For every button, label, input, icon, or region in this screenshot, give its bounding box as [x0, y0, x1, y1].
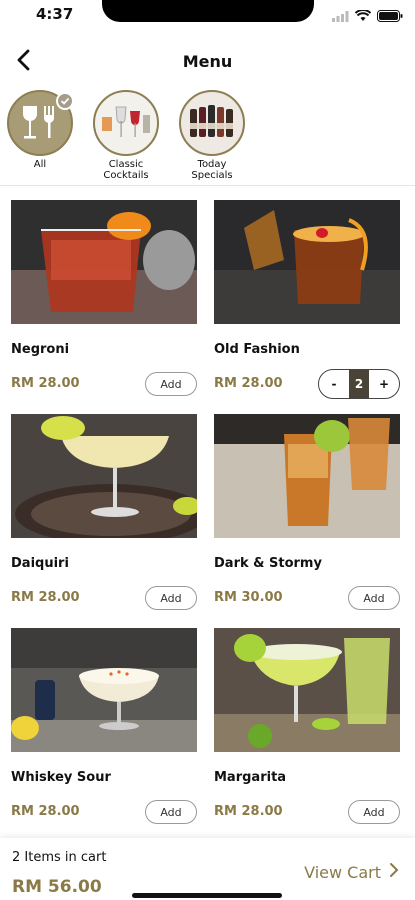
- product-name: Negroni: [11, 342, 70, 357]
- battery-icon: [377, 7, 403, 26]
- page-title: Menu: [182, 52, 233, 71]
- view-cart-label: View Cart: [304, 862, 381, 882]
- product-price: RM 28.00: [214, 376, 283, 391]
- category-classic-cocktails-image: [93, 90, 159, 156]
- product-image: [214, 200, 400, 324]
- header: Menu: [0, 40, 415, 84]
- cart-bar: 2 Items in cart RM 56.00 View Cart: [0, 838, 415, 900]
- add-button[interactable]: Add: [348, 586, 400, 610]
- chevron-right-icon: [389, 862, 399, 882]
- product-card-daiquiri[interactable]: Daiquiri RM 28.00 Add: [11, 414, 197, 614]
- status-icons: [332, 7, 403, 26]
- category-bar: All Classic Cocktails Today Specials: [0, 90, 415, 186]
- product-name: Margarita: [214, 770, 287, 785]
- view-cart-button[interactable]: View Cart: [304, 862, 399, 882]
- product-image: [214, 414, 400, 538]
- category-label: Classic Cocktails: [103, 159, 149, 181]
- category-today-specials[interactable]: Today Specials: [176, 90, 248, 185]
- increment-button[interactable]: +: [369, 377, 399, 391]
- add-button[interactable]: Add: [145, 372, 197, 396]
- add-button[interactable]: Add: [145, 800, 197, 824]
- quantity-value: 2: [349, 370, 369, 398]
- product-card-whiskey-sour[interactable]: Whiskey Sour RM 28.00 Add: [11, 628, 197, 828]
- product-name: Daiquiri: [11, 556, 69, 571]
- add-button[interactable]: Add: [348, 800, 400, 824]
- category-label: Today Specials: [191, 159, 233, 181]
- quantity-stepper: - 2 +: [318, 369, 400, 399]
- product-name: Whiskey Sour: [11, 770, 111, 785]
- selected-check-icon: [56, 92, 74, 110]
- add-button[interactable]: Add: [145, 586, 197, 610]
- category-all-image: [7, 90, 74, 156]
- status-time: 4:37: [36, 5, 74, 23]
- cart-total: RM 56.00: [12, 877, 102, 897]
- product-card-margarita[interactable]: Margarita RM 28.00 Add: [214, 628, 400, 828]
- product-price: RM 28.00: [214, 804, 283, 819]
- product-name: Old Fashion: [214, 342, 300, 357]
- category-today-specials-image: [179, 90, 245, 156]
- decrement-button[interactable]: -: [319, 377, 349, 391]
- category-label: All: [33, 159, 47, 170]
- product-name: Dark & Stormy: [214, 556, 322, 571]
- status-bar: 4:37: [0, 0, 415, 30]
- category-classic-cocktails[interactable]: Classic Cocktails: [90, 90, 162, 185]
- product-price: RM 28.00: [11, 804, 80, 819]
- product-image: [11, 414, 197, 538]
- product-card-old-fashion[interactable]: Old Fashion RM 28.00 - 2 +: [214, 200, 400, 400]
- signal-icon: [332, 7, 349, 26]
- cart-item-count: 2 Items in cart: [12, 850, 107, 865]
- product-price: RM 28.00: [11, 376, 80, 391]
- product-price: RM 28.00: [11, 590, 80, 605]
- product-card-dark-and-stormy[interactable]: Dark & Stormy RM 30.00 Add: [214, 414, 400, 614]
- category-all[interactable]: All: [4, 90, 76, 185]
- product-card-negroni[interactable]: Negroni RM 28.00 Add: [11, 200, 197, 400]
- home-indicator: [132, 893, 282, 898]
- product-image: [11, 628, 197, 752]
- product-image: [214, 628, 400, 752]
- wifi-icon: [354, 7, 372, 26]
- device-notch: [102, 0, 314, 22]
- product-image: [11, 200, 197, 324]
- product-price: RM 30.00: [214, 590, 283, 605]
